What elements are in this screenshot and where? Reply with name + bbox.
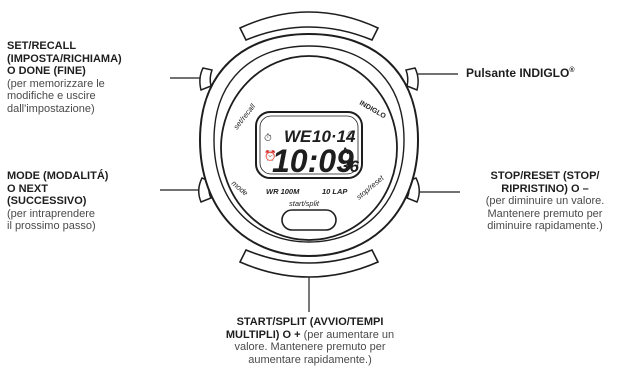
callout-stop-reset-title-2: RIPRISTINO) O –	[501, 182, 589, 195]
callout-start-split-title-1: START/SPLIT (AVVIO/TEMPI	[236, 316, 384, 328]
callout-start-split-desc-2: aumentare rapidamente.)	[248, 353, 372, 366]
callout-set-recall-desc-2: modifiche e uscire	[7, 90, 96, 102]
callout-set-recall-title-1: SET/RECALL	[7, 40, 77, 52]
callout-set-recall-title-3: O DONE (FINE)	[7, 65, 86, 77]
start-split-button[interactable]	[281, 209, 337, 231]
callout-mode-desc-1: (per intraprendere	[7, 207, 96, 220]
callout-start-split-desc-inline: (per aumentare un	[300, 328, 395, 341]
callout-stop-reset-desc-3: diminuire rapidamente.)	[487, 220, 603, 232]
callout-set-recall-desc-3: dall'impostazione)	[7, 102, 95, 115]
callout-start-split: START/SPLIT (AVVIO/TEMPI MULTIPLI) O + (…	[180, 316, 440, 366]
bezel-label-start-split: start/split	[289, 199, 320, 208]
callout-mode: MODE (MODALITÁ) O NEXT (SUCCESSIVO) (per…	[7, 170, 167, 233]
callout-stop-reset: STOP/RESET (STOP/ RIPRISTINO) O – (per d…	[472, 170, 618, 233]
callout-indiglo-label: Pulsante INDIGLO	[466, 66, 570, 80]
callout-stop-reset-title-1: STOP/RESET (STOP/	[490, 170, 600, 182]
callout-mode-title-3: (SUCCESSIVO)	[7, 195, 87, 207]
callout-start-split-title-2: MULTIPLI) O +	[225, 328, 301, 341]
registered-mark: ®	[569, 67, 575, 74]
callout-set-recall-title-2: (IMPOSTA/RICHIAMA)	[7, 52, 122, 65]
callout-indiglo: Pulsante INDIGLO®	[466, 65, 616, 80]
callout-stop-reset-desc-2: Mantenere premuto per	[487, 207, 603, 220]
lcd-seconds: 36	[340, 157, 359, 176]
callout-set-recall-desc-1: (per memorizzare le	[7, 77, 105, 90]
callout-mode-title-2: O NEXT	[7, 182, 48, 195]
callout-mode-desc-2: il prossimo passo)	[7, 220, 96, 232]
callout-set-recall: SET/RECALL (IMPOSTA/RICHIAMA) O DONE (FI…	[7, 40, 167, 115]
chrono-icon: ⏱	[264, 133, 272, 144]
bezel-label-wr: WR 100M	[266, 187, 300, 196]
bezel-label-lap: 10 LAP	[322, 187, 348, 196]
callout-stop-reset-desc-1: (per diminuire un valore.	[485, 195, 605, 207]
callout-start-split-desc-1: valore. Mantenere premuto per	[234, 341, 386, 353]
lcd-ampm: A	[342, 146, 349, 156]
callout-mode-title-1: MODE (MODALITÁ)	[7, 170, 109, 182]
